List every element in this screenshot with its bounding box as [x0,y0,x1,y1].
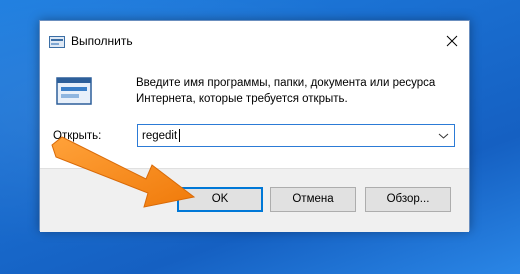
button-bar: OK Отмена Обзор... [40,168,469,232]
run-program-icon [56,77,92,105]
close-button[interactable] [441,30,463,52]
dialog-description: Введите имя программы, папки, документа … [136,77,436,105]
run-icon [49,35,65,48]
open-label: Открыть: [53,130,102,142]
window-title: Выполнить [71,34,133,48]
command-input[interactable] [142,128,422,143]
text-cursor [179,129,180,142]
command-combobox[interactable] [137,124,455,147]
title-bar: Выполнить [40,21,469,61]
browse-button[interactable]: Обзор... [365,187,451,212]
cancel-button[interactable]: Отмена [270,187,356,212]
ok-button[interactable]: OK [177,187,263,212]
run-dialog: Выполнить Введите имя программы, папки, … [39,20,470,232]
chevron-down-icon[interactable] [435,127,452,144]
close-icon [441,30,463,52]
